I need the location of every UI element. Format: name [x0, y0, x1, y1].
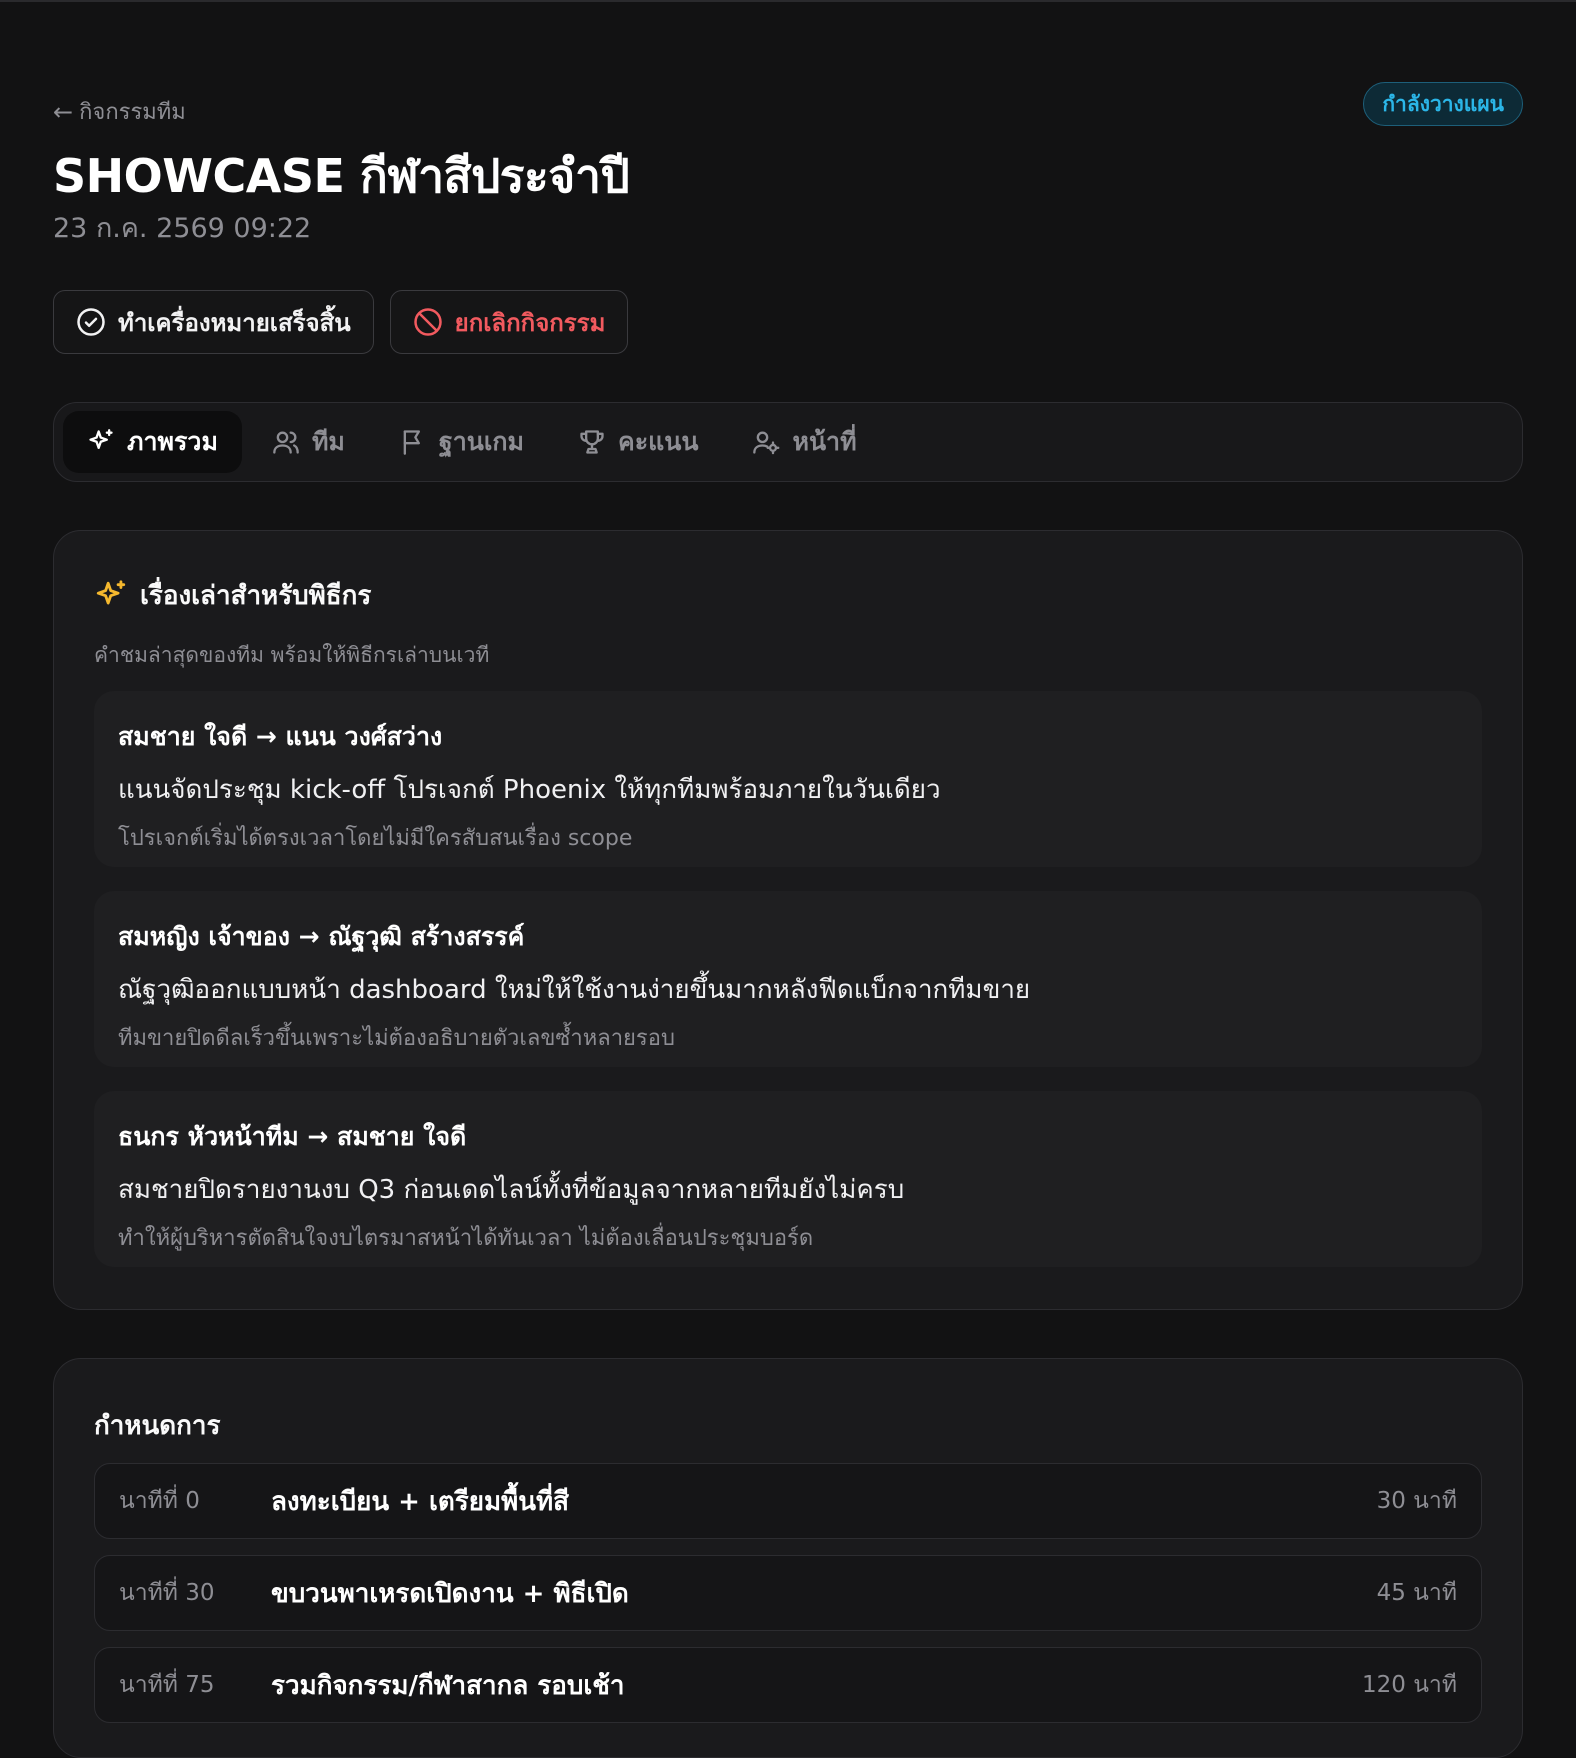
- story-impact: ทีมขายปิดดีลเร็วขึ้นเพราะไม่ต้องอธิบายตั…: [118, 1026, 675, 1051]
- tab-overview[interactable]: ภาพรวม: [63, 411, 242, 473]
- agenda-duration: 120 นาที: [1361, 1672, 1457, 1698]
- ban-icon: [413, 308, 442, 336]
- page-title: SHOWCASE กีฬาสีประจำปี: [53, 149, 630, 203]
- story-impact: ทำให้ผู้บริหารตัดสินใจงบไตรมาสหน้าได้ทัน…: [118, 1226, 814, 1251]
- status-badge: กำลังวางแผน: [1363, 82, 1523, 126]
- sparkles-icon: [96, 579, 126, 604]
- agenda-card: กำหนดการ นาทีที่ 0 ลงทะเบียน + เตรียมพื้…: [53, 1358, 1523, 1758]
- mc-stories-title: เรื่องเล่าสำหรับพิธีกร: [140, 581, 372, 611]
- tab-label: หน้าที่: [792, 427, 857, 456]
- users-icon: [273, 431, 299, 454]
- mc-stories-card: เรื่องเล่าสำหรับพิธีกร คำชมล่าสุดของทีม …: [53, 530, 1523, 1310]
- story-from-to: ธนกร หัวหน้าทีม → สมชาย ใจดี: [118, 1122, 467, 1151]
- back-arrow-icon: ←: [53, 97, 74, 126]
- tab-label: ทีม: [311, 427, 345, 456]
- agenda-minute: นาทีที่ 0: [119, 1488, 200, 1514]
- sparkles-icon: [89, 429, 113, 449]
- agenda-duration: 45 นาที: [1376, 1580, 1457, 1606]
- trophy-icon: [580, 430, 604, 454]
- story-item: ธนกร หัวหน้าทีม → สมชาย ใจดี สมชายปิดราย…: [94, 1091, 1482, 1267]
- tab-label: ฐานเกม: [438, 427, 525, 456]
- tab-game-stations[interactable]: ฐานเกม: [375, 411, 548, 473]
- window-top-border: [0, 0, 1576, 2]
- agenda-row: นาทีที่ 0 ลงทะเบียน + เตรียมพื้นที่สี 30…: [94, 1463, 1482, 1539]
- tab-label: ภาพรวม: [127, 427, 218, 456]
- story-what: แนนจัดประชุม kick-off โปรเจกต์ Phoenix ใ…: [118, 775, 941, 805]
- tab-roles[interactable]: หน้าที่: [728, 411, 880, 473]
- event-datetime: 23 ก.ค. 2569 09:22: [53, 213, 312, 244]
- agenda-activity: ขบวนพาเหรดเปิดงาน + พิธีเปิด: [271, 1578, 629, 1609]
- mc-stories-header: เรื่องเล่าสำหรับพิธีกร: [94, 575, 371, 616]
- agenda-activity: รวมกิจกรรม/กีฬาสากล รอบเช้า: [271, 1670, 625, 1701]
- check-circle-icon: [77, 308, 105, 336]
- story-impact: โปรเจกต์เริ่มได้ตรงเวลาโดยไม่มีใครสับสนเ…: [118, 826, 633, 851]
- action-buttons: ทำเครื่องหมายเสร็จสิ้น ยกเลิกกิจกรรม: [53, 290, 629, 354]
- mark-complete-button[interactable]: ทำเครื่องหมายเสร็จสิ้น: [53, 290, 374, 354]
- mark-complete-label: ทำเครื่องหมายเสร็จสิ้น: [118, 308, 351, 337]
- agenda-minute: นาทีที่ 75: [119, 1672, 215, 1698]
- agenda-duration: 30 นาที: [1376, 1488, 1457, 1514]
- story-what: สมชายปิดรายงานงบ Q3 ก่อนเดดไลน์ทั้งที่ข้…: [118, 1175, 905, 1205]
- story-from-to: สมชาย ใจดี → แนน วงศ์สว่าง: [118, 722, 443, 751]
- story-item: สมหญิง เจ้าของ → ณัฐวุฒิ สร้างสรรค์ ณัฐว…: [94, 891, 1482, 1067]
- agenda-row: นาทีที่ 30 ขบวนพาเหรดเปิดงาน + พิธีเปิด …: [94, 1555, 1482, 1631]
- agenda-row: นาทีที่ 75 รวมกิจกรรม/กีฬาสากล รอบเช้า 1…: [94, 1647, 1482, 1723]
- agenda-title: กำหนดการ: [94, 1411, 221, 1441]
- tab-label: คะแนน: [618, 427, 699, 456]
- cancel-activity-label: ยกเลิกกิจกรรม: [454, 308, 606, 337]
- mc-stories-description: คำชมล่าสุดของทีม พร้อมให้พิธีกรเล่าบนเวท…: [94, 643, 490, 667]
- tab-bar: ภาพรวม ทีม ฐานเกม คะแนน หน้าที่: [53, 402, 1523, 482]
- back-link[interactable]: ← กิจกรรมทีม: [53, 94, 186, 129]
- agenda-activity: ลงทะเบียน + เตรียมพื้นที่สี: [271, 1486, 570, 1517]
- user-cog-icon: [753, 431, 780, 455]
- story-what: ณัฐวุฒิออกแบบหน้า dashboard ใหม่ให้ใช้งา…: [118, 975, 1031, 1005]
- flag-icon: [403, 430, 420, 455]
- agenda-minute: นาทีที่ 30: [119, 1580, 215, 1606]
- story-item: สมชาย ใจดี → แนน วงศ์สว่าง แนนจัดประชุม …: [94, 691, 1482, 867]
- cancel-activity-button[interactable]: ยกเลิกกิจกรรม: [389, 290, 629, 354]
- story-from-to: สมหญิง เจ้าของ → ณัฐวุฒิ สร้างสรรค์: [118, 922, 525, 951]
- tab-teams[interactable]: ทีม: [248, 411, 369, 473]
- back-link-label: กิจกรรมทีม: [79, 100, 186, 125]
- tab-scores[interactable]: คะแนน: [554, 411, 722, 473]
